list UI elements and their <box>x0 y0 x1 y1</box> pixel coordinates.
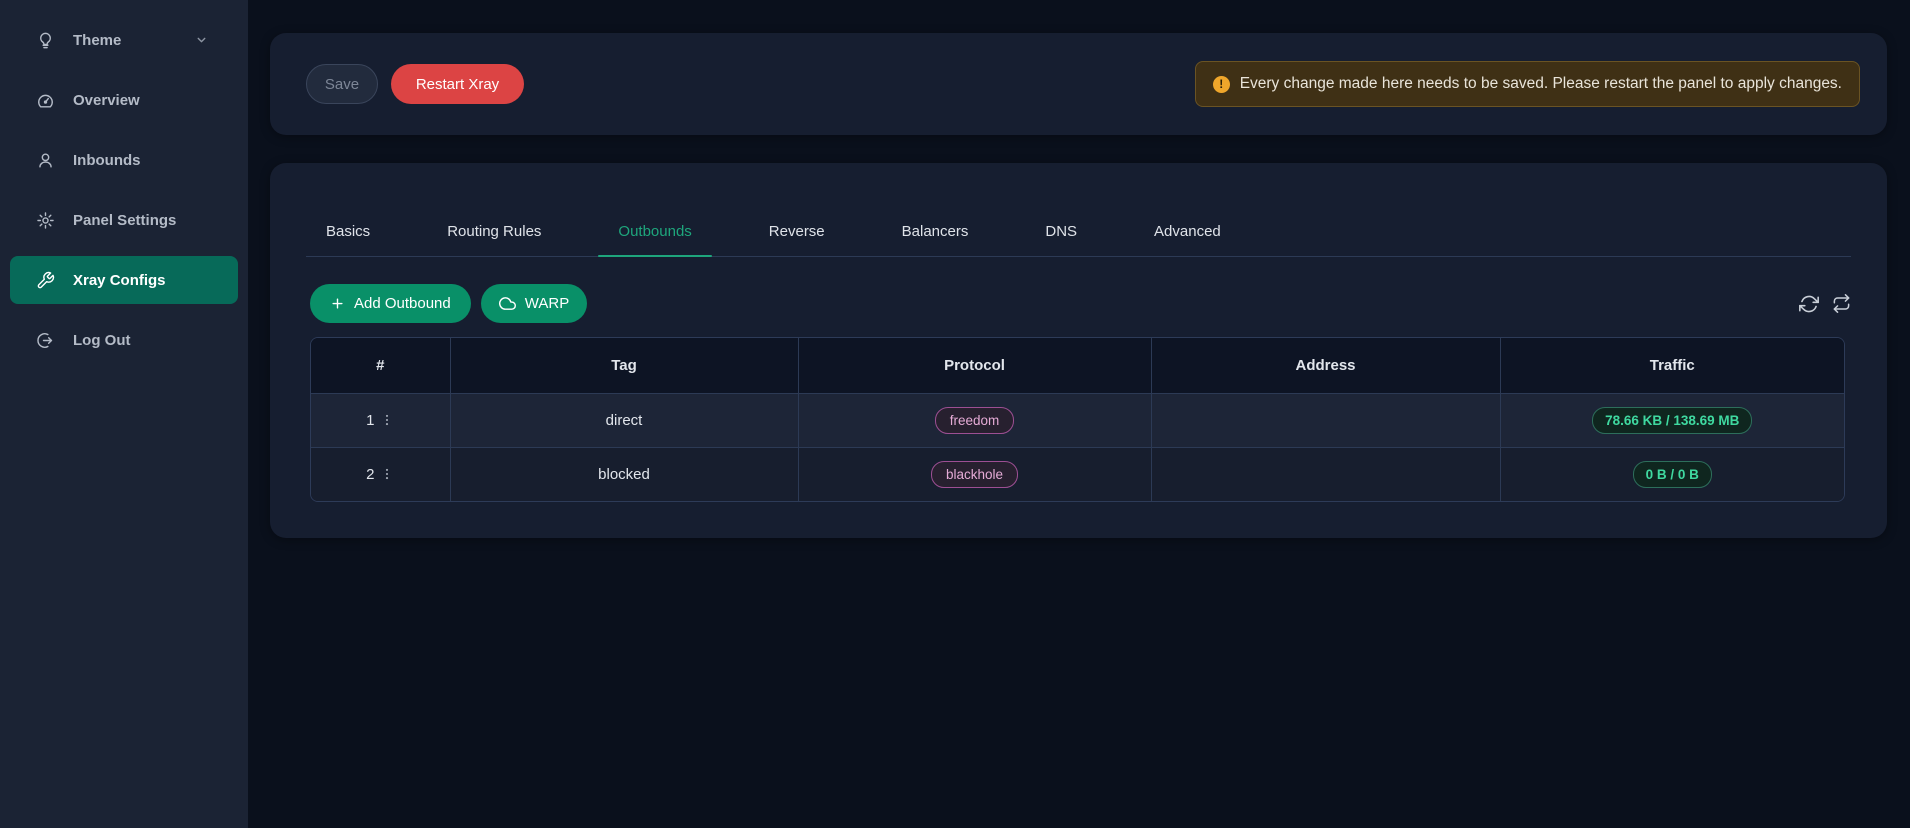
toolbar-card: Save Restart Xray ! Every change made he… <box>270 33 1887 135</box>
tab-bar: Basics Routing Rules Outbounds Reverse B… <box>306 163 1851 257</box>
wrench-icon <box>36 271 55 290</box>
sidebar-item-log-out[interactable]: Log Out <box>10 316 238 364</box>
protocol-badge: freedom <box>935 407 1015 434</box>
sidebar-item-theme[interactable]: Theme <box>10 16 238 64</box>
sidebar-item-label: Theme <box>73 32 121 49</box>
table-row: 1 direct freedom 78.66 KB / 138.69 MB <box>311 393 1844 447</box>
tab-reverse[interactable]: Reverse <box>749 223 845 256</box>
restart-xray-button[interactable]: Restart Xray <box>391 64 524 104</box>
add-outbound-label: Add Outbound <box>354 295 451 312</box>
cloud-icon <box>499 295 516 312</box>
dashboard-icon <box>36 91 55 110</box>
sidebar-item-label: Log Out <box>73 332 130 349</box>
unsaved-changes-alert: ! Every change made here needs to be sav… <box>1195 61 1860 107</box>
tab-basics[interactable]: Basics <box>306 223 390 256</box>
user-icon <box>36 151 55 170</box>
column-header-protocol: Protocol <box>798 338 1151 393</box>
sidebar-item-label: Overview <box>73 92 140 109</box>
address-cell <box>1151 393 1500 447</box>
warp-label: WARP <box>525 295 569 312</box>
warning-icon: ! <box>1213 76 1230 93</box>
tab-outbounds[interactable]: Outbounds <box>598 223 711 256</box>
sidebar-item-label: Panel Settings <box>73 212 176 229</box>
app-root: Theme Overview Inbounds Panel Settings <box>0 0 1910 828</box>
column-header-tag: Tag <box>450 338 798 393</box>
traffic-badge: 78.66 KB / 138.69 MB <box>1592 407 1752 434</box>
add-outbound-button[interactable]: Add Outbound <box>310 284 471 323</box>
row-menu-icon[interactable] <box>380 467 394 481</box>
sidebar: Theme Overview Inbounds Panel Settings <box>0 0 248 828</box>
table-tools <box>1799 294 1851 314</box>
xray-config-card: Basics Routing Rules Outbounds Reverse B… <box>270 163 1887 538</box>
refresh-icon[interactable] <box>1799 294 1819 314</box>
warp-button[interactable]: WARP <box>481 284 587 323</box>
sidebar-item-label: Inbounds <box>73 152 141 169</box>
save-button[interactable]: Save <box>306 64 378 104</box>
outbounds-table: # Tag Protocol Address Traffic 1 <box>310 337 1845 502</box>
traffic-badge: 0 B / 0 B <box>1633 461 1712 488</box>
tab-balancers[interactable]: Balancers <box>882 223 989 256</box>
table-row: 2 blocked blackhole 0 B / 0 B <box>311 447 1844 501</box>
bulb-icon <box>36 31 55 50</box>
gear-icon <box>36 211 55 230</box>
main-content: Save Restart Xray ! Every change made he… <box>248 0 1910 828</box>
repeat-icon[interactable] <box>1832 294 1851 313</box>
table-header-row: # Tag Protocol Address Traffic <box>311 338 1844 393</box>
logout-icon <box>36 331 55 350</box>
row-menu-icon[interactable] <box>380 413 394 427</box>
protocol-badge: blackhole <box>931 461 1018 488</box>
sidebar-item-xray-configs[interactable]: Xray Configs <box>10 256 238 304</box>
sidebar-item-inbounds[interactable]: Inbounds <box>10 136 238 184</box>
actions-row: Add Outbound WARP <box>310 284 1851 323</box>
column-header-index: # <box>311 338 450 393</box>
plus-icon <box>330 296 345 311</box>
tag-cell: direct <box>450 393 798 447</box>
column-header-traffic: Traffic <box>1500 338 1844 393</box>
tab-routing-rules[interactable]: Routing Rules <box>427 223 561 256</box>
tab-dns[interactable]: DNS <box>1025 223 1097 256</box>
sidebar-item-panel-settings[interactable]: Panel Settings <box>10 196 238 244</box>
sidebar-item-label: Xray Configs <box>73 272 166 289</box>
row-index: 1 <box>366 412 374 429</box>
tag-cell: blocked <box>450 447 798 501</box>
alert-text: Every change made here needs to be saved… <box>1240 75 1842 93</box>
address-cell <box>1151 447 1500 501</box>
sidebar-item-overview[interactable]: Overview <box>10 76 238 124</box>
chevron-down-icon <box>195 34 208 47</box>
column-header-address: Address <box>1151 338 1500 393</box>
row-index: 2 <box>366 466 374 483</box>
tab-advanced[interactable]: Advanced <box>1134 223 1241 256</box>
